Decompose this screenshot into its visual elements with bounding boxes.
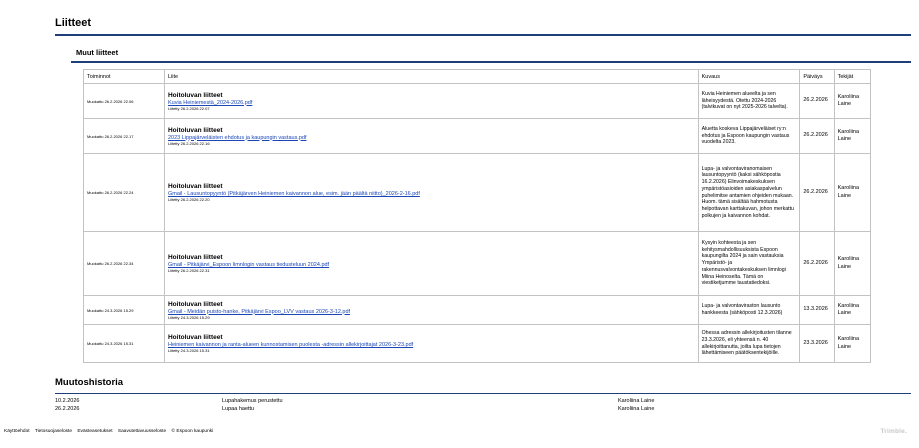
trimble-logo: Trimble. (880, 428, 907, 435)
history-user: Karoliina Laine (618, 406, 655, 412)
date-cell: 26.2.2026 (799, 118, 835, 154)
description-cell: Lupa- ja valvontaviranomaisen lausuntopy… (697, 153, 801, 232)
attachment-added-date: Liitetty 24.3.2026 15.31 (167, 348, 210, 353)
attachment-group-title: Hoitoluvan liitteet (167, 334, 223, 341)
history-date: 26.2.2026 (55, 406, 80, 412)
page-title: Liitteet (55, 17, 92, 29)
footer: Käyttöehdot Tietosuojaseloste Evästeaset… (4, 429, 217, 434)
description-cell: Ohessa adressin allekirjoitusten tilanne… (697, 324, 801, 363)
attachment-group-title: Hoitoluvan liitteet (167, 126, 223, 134)
date-cell: 26.2.2026 (799, 153, 835, 232)
date-cell: 23.3.2026 (799, 324, 835, 363)
attachment-added-date: Liitetty 26.2.2026 22.20 (167, 197, 210, 202)
col-header-attachment: Liite (163, 69, 699, 84)
modified-cell: Muokattu 26.2.2026 22.06 (83, 83, 165, 119)
history-user: Karoliina Laine (618, 398, 655, 404)
modified-cell: Muokattu 26.2.2026 22.17 (83, 118, 165, 154)
attachment-group-title: Hoitoluvan liitteet (167, 254, 223, 261)
col-header-authors: Tekijät (833, 69, 872, 84)
table-row: Muokattu 24.3.2026 15.29 Hoitoluvan liit… (83, 295, 872, 325)
attachment-group-title: Hoitoluvan liitteet (167, 300, 223, 308)
footer-link-copyright[interactable]: © Espoon kaupunki (172, 429, 214, 434)
modified-cell: Muokattu 24.3.2026 15.29 (83, 295, 165, 325)
history-row: 26.2.2026 Lupaa haettu Karoliina Laine (55, 406, 911, 413)
author-cell: Karoliina Laine (833, 118, 872, 154)
table-row: Muokattu 24.3.2026 15.31 Hoitoluvan liit… (83, 324, 872, 363)
attachment-cell: Hoitoluvan liitteet Kuvia Heiniemestä_20… (163, 83, 699, 119)
modified-cell: Muokattu 26.2.2026 22.24 (83, 153, 165, 232)
history-title: Muutoshistoria (55, 377, 124, 388)
history-event: Lupaa haettu (222, 406, 255, 412)
description-cell: Aluetta koskeva Lippajärveläiset ry:n eh… (697, 118, 801, 154)
section-divider (71, 61, 911, 63)
date-cell: 26.2.2026 (799, 83, 835, 119)
author-cell: Karoliina Laine (833, 324, 872, 363)
footer-link-terms[interactable]: Käyttöehdot (4, 429, 30, 434)
history-divider (55, 393, 911, 394)
history-row: 10.2.2026 Lupahakemus perustettu Karolii… (55, 398, 911, 405)
modified-cell: Muokattu 26.2.2026 22.34 (83, 231, 165, 296)
col-header-description: Kuvaus (697, 69, 801, 84)
attachment-cell: Hoitoluvan liitteet Gmail - Pitkäjärvi_E… (163, 231, 699, 296)
author-cell: Karoliina Laine (833, 83, 872, 119)
author-cell: Karoliina Laine (833, 231, 872, 296)
author-cell: Karoliina Laine (833, 153, 872, 232)
section-title-other-attachments: Muut liitteet (76, 48, 119, 57)
attachment-cell: Hoitoluvan liitteet Heiniemen kaivannon … (163, 324, 699, 363)
footer-link-privacy[interactable]: Tietosuojaseloste (35, 429, 72, 434)
attachment-added-date: Liitetty 26.2.2026 22.16 (167, 140, 210, 146)
history-date: 10.2.2026 (55, 398, 80, 404)
footer-link-accessibility[interactable]: Saavutettavuusseloste (118, 429, 166, 434)
col-header-actions: Toiminnot (83, 69, 165, 84)
attachments-table: Toiminnot Liite Kuvaus Päiväys Tekijät M… (83, 69, 872, 363)
description-cell: Kuvia Heiniemen alueelta ja sen läheisyy… (697, 83, 801, 119)
date-cell: 13.3.2026 (799, 295, 835, 325)
attachment-added-date: Liitetty 26.2.2026 22.31 (167, 268, 210, 273)
attachment-cell: Hoitoluvan liitteet Gmail - Meidän puist… (163, 295, 699, 325)
attachment-group-title: Hoitoluvan liitteet (167, 91, 223, 99)
footer-link-cookie-settings[interactable]: Evästeasetukset (77, 429, 112, 434)
table-row: Muokattu 26.2.2026 22.34 Hoitoluvan liit… (83, 231, 872, 296)
attachment-cell: Hoitoluvan liitteet 2023 Lippajärveläist… (163, 118, 699, 154)
attachment-cell: Hoitoluvan liitteet Gmail - Lausuntopyyn… (163, 153, 699, 232)
table-row: Muokattu 26.2.2026 22.17 Hoitoluvan liit… (83, 118, 872, 154)
description-cell: Lupa- ja valvontaviraston lausunto hankk… (697, 295, 801, 325)
table-header-row: Toiminnot Liite Kuvaus Päiväys Tekijät (83, 69, 872, 84)
modified-cell: Muokattu 24.3.2026 15.31 (83, 324, 165, 363)
date-cell: 26.2.2026 (799, 231, 835, 296)
history-event: Lupahakemus perustettu (222, 398, 283, 404)
author-cell: Karoliina Laine (833, 295, 872, 325)
attachment-added-date: Liitetty 26.2.2026 22.07 (167, 105, 210, 111)
col-header-date: Päiväys (799, 69, 835, 84)
table-row: Muokattu 26.2.2026 22.06 Hoitoluvan liit… (83, 83, 872, 119)
description-cell: Kysyin kohteesta ja sen kehitysmahdollis… (697, 231, 801, 296)
table-row: Muokattu 26.2.2026 22.24 Hoitoluvan liit… (83, 153, 872, 232)
title-divider (55, 34, 911, 36)
attachment-added-date: Liitetty 24.3.2026 15.29 (167, 314, 210, 320)
attachment-group-title: Hoitoluvan liitteet (167, 183, 223, 190)
